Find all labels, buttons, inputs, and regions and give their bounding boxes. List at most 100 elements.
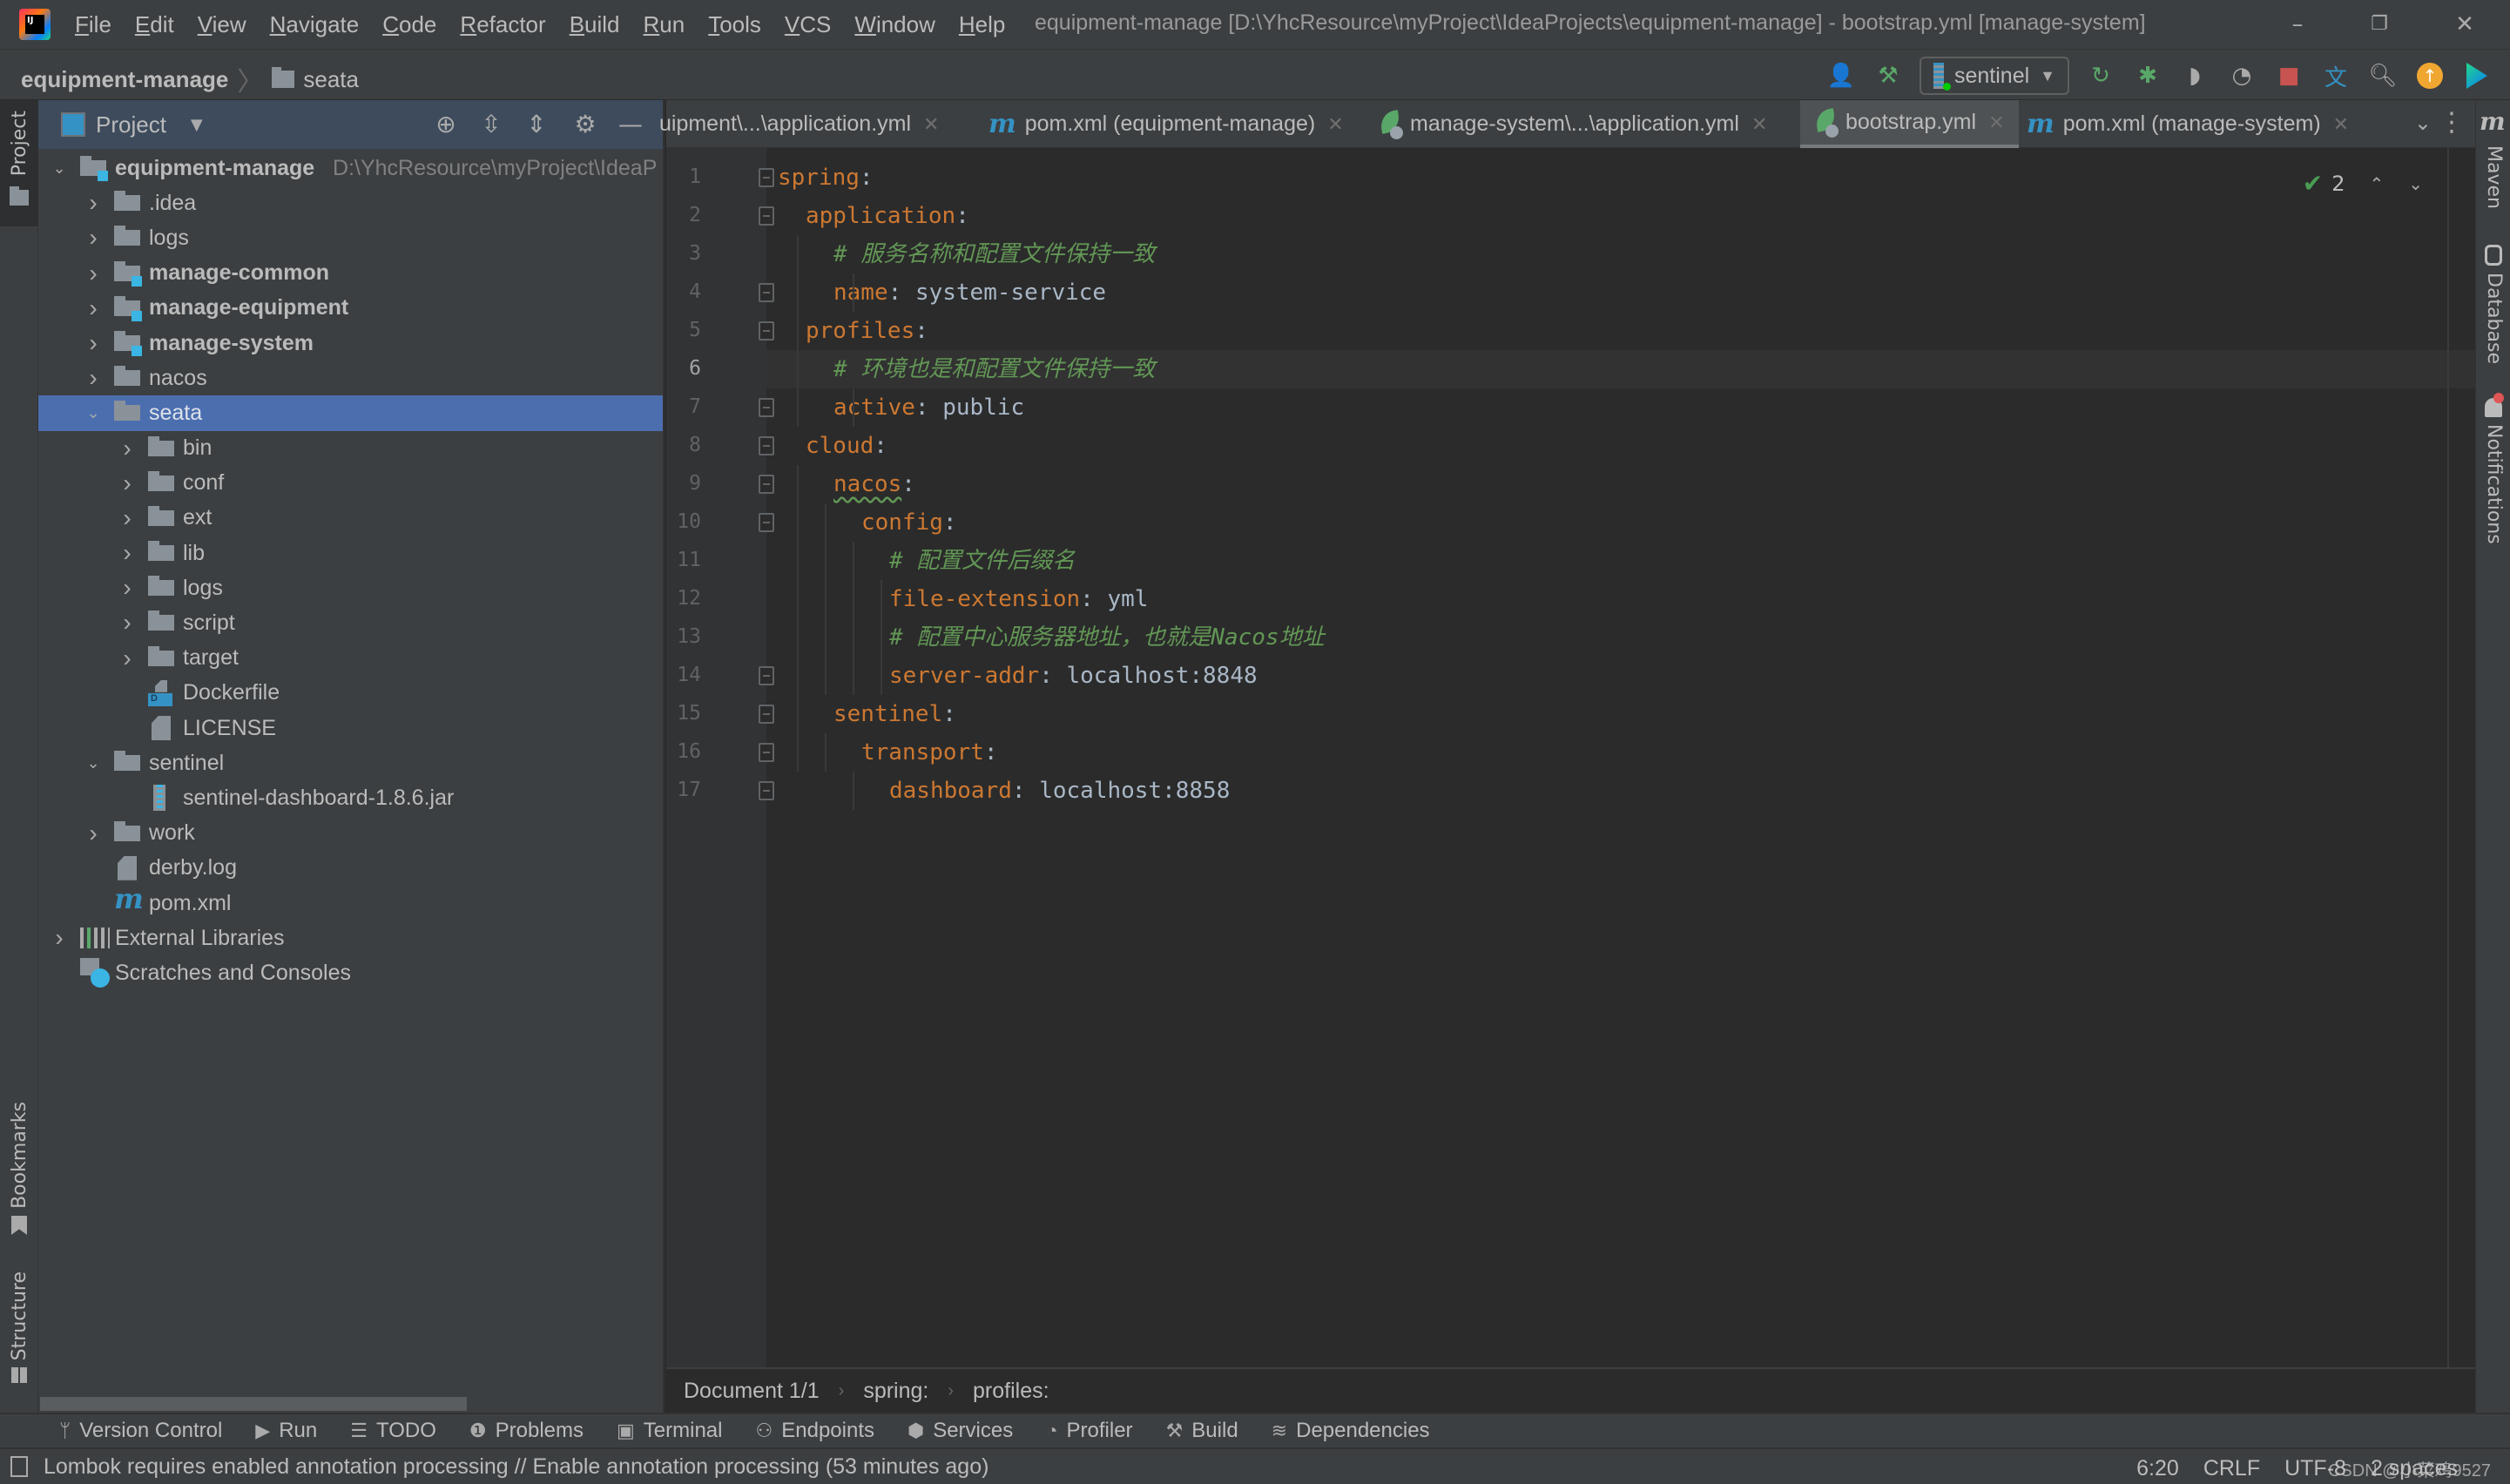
tree-item[interactable]: ⌄ sentinel bbox=[38, 745, 663, 780]
maven-icon[interactable]: m bbox=[2480, 107, 2506, 136]
editor-tab[interactable]: m pom.xml (manage-system) ✕ bbox=[2027, 100, 2349, 148]
profile-icon[interactable]: ◔ bbox=[2226, 60, 2257, 91]
user-icon[interactable]: 👤 bbox=[1825, 60, 1857, 91]
chevron-right-icon[interactable]: › bbox=[84, 820, 102, 847]
menu-window[interactable]: Window bbox=[854, 11, 935, 38]
menu-tools[interactable]: Tools bbox=[708, 11, 761, 38]
debug-icon[interactable]: ✱ bbox=[2132, 60, 2163, 91]
breadcrumb-document[interactable]: Document 1/1 bbox=[684, 1379, 820, 1404]
chevron-down-icon[interactable]: ⌄ bbox=[84, 404, 102, 422]
menu-refactor[interactable]: Refactor bbox=[460, 11, 545, 38]
close-tab-icon[interactable]: ✕ bbox=[2333, 113, 2349, 136]
tree-item[interactable]: › nacos bbox=[38, 361, 663, 395]
tool-window-notifications-tab[interactable]: Notifications bbox=[2483, 424, 2505, 544]
tree-item[interactable]: ⌄ seata bbox=[38, 395, 663, 431]
menu-edit[interactable]: Edit bbox=[135, 11, 174, 38]
chevron-right-icon[interactable]: › bbox=[84, 329, 102, 356]
chevron-right-icon[interactable]: › bbox=[118, 574, 136, 601]
chevron-right-icon[interactable]: › bbox=[84, 364, 102, 391]
tree-item[interactable]: › target bbox=[38, 641, 663, 676]
tree-item[interactable]: › manage-equipment bbox=[38, 291, 663, 326]
chevron-up-icon[interactable]: ⌃ bbox=[2369, 173, 2384, 194]
horizontal-scrollbar[interactable] bbox=[40, 1397, 467, 1411]
fold-collapse-icon[interactable] bbox=[759, 705, 774, 724]
tool-window-version-control-button[interactable]: ᛘ Version Control bbox=[59, 1419, 222, 1443]
fold-end-icon[interactable] bbox=[759, 781, 774, 800]
tree-item[interactable]: m pom.xml bbox=[38, 882, 663, 921]
fold-collapse-icon[interactable] bbox=[759, 475, 774, 494]
tool-window-dependencies-button[interactable]: ≋ Dependencies bbox=[1272, 1419, 1430, 1443]
chevron-right-icon[interactable]: › bbox=[84, 260, 102, 287]
chevron-down-icon[interactable]: ⌄ bbox=[84, 754, 102, 772]
close-tab-icon[interactable]: ✕ bbox=[923, 113, 939, 136]
hide-panel-icon[interactable]: — bbox=[615, 109, 646, 140]
toolbox-icon[interactable] bbox=[2461, 60, 2493, 91]
code-editor[interactable]: 1 2 3 4 5 6 7 8 9 10 11 12 13 14 15 16 17 spring: applica… bbox=[666, 148, 2475, 1367]
tool-window-structure-tab[interactable]: Structure bbox=[0, 1272, 38, 1384]
chevron-right-icon[interactable]: › bbox=[118, 504, 136, 531]
chevron-right-icon[interactable]: › bbox=[84, 224, 102, 251]
expand-all-icon[interactable]: ⇳ bbox=[476, 109, 507, 140]
chevron-down-icon[interactable]: ⌄ bbox=[51, 159, 68, 177]
close-window-button[interactable]: ✕ bbox=[2447, 7, 2482, 42]
menu-vcs[interactable]: VCS bbox=[785, 11, 831, 38]
event-log-icon[interactable] bbox=[10, 1456, 28, 1477]
tree-item[interactable]: › lib bbox=[38, 536, 663, 570]
tree-item[interactable]: › work bbox=[38, 816, 663, 851]
collapse-all-icon[interactable]: ⇕ bbox=[521, 109, 552, 140]
tool-window-todo-button[interactable]: ☰ TODO bbox=[350, 1419, 436, 1443]
tool-window-profiler-button[interactable]: ◔ Profiler bbox=[1046, 1419, 1132, 1443]
close-tab-icon[interactable]: ✕ bbox=[1988, 111, 2004, 134]
tree-item[interactable]: › manage-common bbox=[38, 256, 663, 291]
tool-window-database-tab[interactable]: Database bbox=[2483, 273, 2505, 364]
editor-tab[interactable]: uipment\...\application.yml ✕ bbox=[659, 100, 939, 148]
locate-file-icon[interactable]: ⊕ bbox=[430, 109, 462, 140]
coverage-icon[interactable]: ◗ bbox=[2179, 60, 2210, 91]
fold-collapse-icon[interactable] bbox=[759, 321, 774, 341]
tool-window-build-button[interactable]: ⚒ Build bbox=[1166, 1419, 1238, 1443]
chevron-right-icon[interactable]: › bbox=[51, 924, 68, 951]
tool-window-run-button[interactable]: ▶ Run bbox=[255, 1419, 317, 1443]
menu-build[interactable]: Build bbox=[570, 11, 620, 38]
chevron-right-icon[interactable]: › bbox=[118, 435, 136, 462]
fold-collapse-icon[interactable] bbox=[759, 436, 774, 455]
menu-view[interactable]: View bbox=[198, 11, 246, 38]
fold-collapse-icon[interactable] bbox=[759, 513, 774, 532]
database-icon[interactable] bbox=[2485, 245, 2502, 266]
tree-item[interactable]: › External Libraries bbox=[38, 921, 663, 955]
tree-item[interactable]: Scratches and Consoles bbox=[38, 955, 663, 990]
inspection-widget[interactable]: ✔ 2 ⌃ ⌄ bbox=[2303, 169, 2423, 198]
tree-item[interactable]: › script bbox=[38, 605, 663, 640]
caret-position[interactable]: 6:20 bbox=[2136, 1456, 2179, 1481]
breadcrumb-project[interactable]: equipment-manage bbox=[21, 66, 228, 93]
fold-collapse-icon[interactable] bbox=[759, 206, 774, 226]
stop-icon[interactable]: ■ bbox=[2273, 60, 2304, 91]
chevron-right-icon[interactable]: › bbox=[84, 294, 102, 321]
tree-item[interactable]: D Dockerfile bbox=[38, 676, 663, 711]
fold-collapse-icon[interactable] bbox=[759, 743, 774, 762]
build-hammer-icon[interactable]: ⚒ bbox=[1872, 60, 1904, 91]
menu-navigate[interactable]: Navigate bbox=[270, 11, 360, 38]
tool-window-terminal-button[interactable]: ▣ Terminal bbox=[617, 1419, 723, 1443]
translate-icon[interactable]: 文 bbox=[2320, 60, 2351, 91]
status-message[interactable]: Lombok requires enabled annotation proce… bbox=[44, 1454, 988, 1480]
close-tab-icon[interactable]: ✕ bbox=[1327, 113, 1343, 136]
breadcrumb-profiles[interactable]: profiles: bbox=[973, 1379, 1049, 1404]
tree-item[interactable]: sentinel-dashboard-1.8.6.jar bbox=[38, 780, 663, 815]
close-tab-icon[interactable]: ✕ bbox=[1751, 113, 1767, 136]
tree-item[interactable]: ⌄ equipment-manage D:\YhcResource\myProjec… bbox=[38, 151, 663, 186]
tool-window-maven-tab[interactable]: Maven bbox=[2483, 145, 2505, 209]
fold-end-icon[interactable] bbox=[759, 666, 774, 685]
menu-help[interactable]: Help bbox=[959, 11, 1005, 38]
chevron-right-icon[interactable]: › bbox=[118, 469, 136, 496]
chevron-right-icon[interactable]: › bbox=[84, 189, 102, 216]
tree-item[interactable]: › logs bbox=[38, 220, 663, 255]
restore-button[interactable]: ❐ bbox=[2362, 7, 2397, 42]
fold-collapse-icon[interactable] bbox=[759, 168, 774, 187]
project-view-title[interactable]: Project bbox=[96, 111, 166, 138]
chevron-right-icon[interactable]: › bbox=[118, 609, 136, 636]
chevron-down-icon[interactable]: ▼ bbox=[191, 116, 203, 134]
tree-item[interactable]: LICENSE bbox=[38, 711, 663, 745]
tree-item[interactable]: › conf bbox=[38, 466, 663, 501]
fold-end-icon[interactable] bbox=[759, 283, 774, 302]
